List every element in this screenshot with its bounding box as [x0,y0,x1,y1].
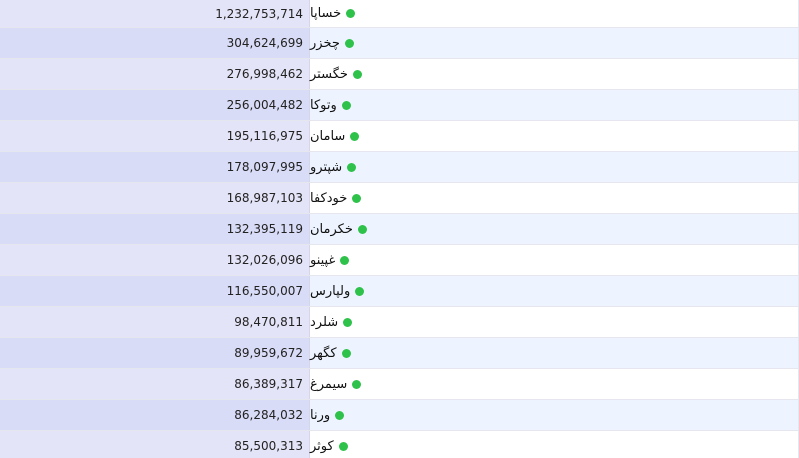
table-row[interactable]: 132,395,119 خکرمان [0,214,799,245]
value-cell: 86,389,317 [0,369,310,399]
symbol-name[interactable]: کوثر [310,439,334,454]
name-cell[interactable]: کگهر [310,338,799,368]
symbol-name[interactable]: خساپا [310,6,341,21]
name-cell[interactable]: ورنا [310,400,799,430]
symbol-name[interactable]: خگستر [310,67,348,82]
name-cell[interactable]: خگستر [310,59,799,89]
symbol-name[interactable]: شپترو [310,160,342,175]
symbol-name[interactable]: وتوکا [310,98,337,113]
table-row[interactable]: 256,004,482 وتوکا [0,90,799,121]
stock-table: 1,232,753,714 خساپا 304,624,699 چخزر 276… [0,0,799,458]
value-cell: 98,470,811 [0,307,310,337]
status-dot-icon [344,38,354,48]
value-cell: 132,026,096 [0,245,310,275]
name-cell[interactable]: خکرمان [310,214,799,244]
name-cell[interactable]: چخزر [310,28,799,58]
symbol-name[interactable]: سیمرغ [310,377,347,392]
status-dot-icon [352,379,362,389]
status-dot-icon [352,69,362,79]
table-row[interactable]: 276,998,462 خگستر [0,59,799,90]
table-row[interactable]: 85,500,313 کوثر [0,431,799,458]
value-cell: 116,550,007 [0,276,310,306]
name-cell[interactable]: سامان [310,121,799,151]
name-cell[interactable]: سیمرغ [310,369,799,399]
status-dot-icon [350,131,360,141]
table-row[interactable]: 98,470,811 شلرد [0,307,799,338]
symbol-name[interactable]: چخزر [310,36,340,51]
symbol-name[interactable]: خودکفا [310,191,347,206]
table-row[interactable]: 132,026,096 غپینو [0,245,799,276]
table-row[interactable]: 86,284,032 ورنا [0,400,799,431]
status-dot-icon [341,348,351,358]
name-cell[interactable]: خساپا [310,0,799,27]
value-cell: 89,959,672 [0,338,310,368]
value-cell: 132,395,119 [0,214,310,244]
name-cell[interactable]: ولپارس [310,276,799,306]
status-dot-icon [341,100,351,110]
name-cell[interactable]: خودکفا [310,183,799,213]
status-dot-icon [357,224,367,234]
table-row[interactable]: 178,097,995 شپترو [0,152,799,183]
symbol-name[interactable]: ولپارس [310,284,350,299]
symbol-name[interactable]: ورنا [310,408,330,423]
symbol-name[interactable]: غپینو [310,253,335,268]
name-cell[interactable]: کوثر [310,431,799,458]
symbol-name[interactable]: کگهر [310,346,337,361]
status-dot-icon [347,162,357,172]
value-cell: 1,232,753,714 [0,0,310,27]
value-cell: 85,500,313 [0,431,310,458]
value-cell: 168,987,103 [0,183,310,213]
value-cell: 276,998,462 [0,59,310,89]
value-cell: 195,116,975 [0,121,310,151]
table-row[interactable]: 1,232,753,714 خساپا [0,0,799,28]
table-row[interactable]: 86,389,317 سیمرغ [0,369,799,400]
status-dot-icon [343,317,353,327]
symbol-name[interactable]: شلرد [310,315,338,330]
table-row[interactable]: 116,550,007 ولپارس [0,276,799,307]
symbol-name[interactable]: سامان [310,129,345,144]
status-dot-icon [335,410,345,420]
value-cell: 304,624,699 [0,28,310,58]
table-row[interactable]: 195,116,975 سامان [0,121,799,152]
name-cell[interactable]: غپینو [310,245,799,275]
status-dot-icon [338,441,348,451]
value-cell: 86,284,032 [0,400,310,430]
value-cell: 256,004,482 [0,90,310,120]
table-row[interactable]: 168,987,103 خودکفا [0,183,799,214]
value-cell: 178,097,995 [0,152,310,182]
status-dot-icon [340,255,350,265]
status-dot-icon [346,9,356,18]
name-cell[interactable]: شپترو [310,152,799,182]
table-row[interactable]: 89,959,672 کگهر [0,338,799,369]
status-dot-icon [352,193,362,203]
status-dot-icon [355,286,365,296]
symbol-name[interactable]: خکرمان [310,222,353,237]
name-cell[interactable]: وتوکا [310,90,799,120]
name-cell[interactable]: شلرد [310,307,799,337]
table-row[interactable]: 304,624,699 چخزر [0,28,799,59]
